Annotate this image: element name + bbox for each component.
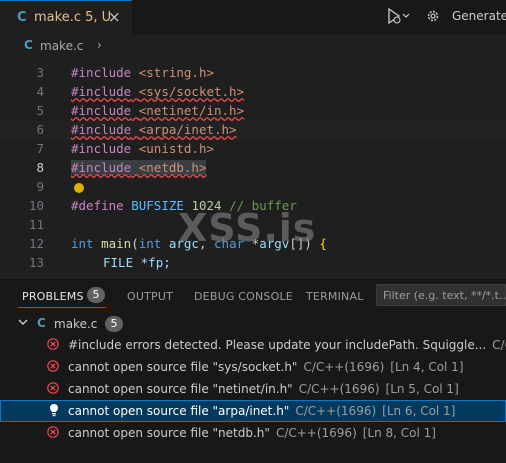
problems-file-name: make.c	[54, 317, 98, 331]
include-directive: #include	[71, 160, 132, 175]
code-line: 7 #include <unistd.h>	[0, 140, 506, 159]
function-name: main	[101, 236, 132, 251]
include-directive: #include	[71, 122, 132, 137]
include-directive: #include	[71, 103, 132, 118]
error-icon	[47, 426, 59, 438]
problems-file-row[interactable]: C make.c 5	[0, 314, 506, 334]
bottom-panel: PROBLEMS 5 OUTPUT DEBUG CONSOLE TERMINAL…	[0, 277, 506, 463]
code-line: 3 #include <string.h>	[0, 64, 506, 83]
problem-source: C/C++(1696)	[298, 382, 380, 396]
problem-message: cannot open source file "netinet/in.h"	[68, 382, 293, 396]
macro-name: BUFSIZE	[131, 198, 184, 213]
generate-button[interactable]: Generate	[452, 9, 506, 23]
tab-debug-console[interactable]: DEBUG CONSOLE	[194, 290, 293, 303]
editor-tab-bar: C make.c 5, U × Generate	[0, 0, 506, 35]
code-line: 8 #include <netdb.h>	[0, 159, 506, 178]
problem-message: cannot open source file "sys/socket.h"	[68, 360, 298, 374]
problem-message: cannot open source file "netdb.h"	[68, 426, 270, 440]
line-number: 13	[28, 255, 44, 270]
line-number: 4	[36, 84, 44, 99]
line-number: 9	[36, 179, 44, 194]
line-number: 12	[28, 236, 44, 251]
include-path: <sys/socket.h>	[138, 84, 245, 99]
c-file-icon: C	[37, 316, 46, 330]
code-line: 13 FILE *fp;	[0, 254, 506, 273]
include-path: <netinet/in.h>	[138, 103, 245, 118]
problem-item[interactable]: cannot open source file "netinet/in.h" C/…	[0, 378, 506, 400]
type-name: FILE	[103, 255, 134, 270]
close-icon[interactable]: ×	[108, 8, 121, 26]
problem-item[interactable]: cannot open source file "netdb.h" C/C++(1…	[0, 422, 506, 444]
problems-filter	[376, 284, 506, 306]
problem-item[interactable]: #include errors detected. Please update …	[0, 334, 506, 356]
include-path: <unistd.h>	[138, 141, 215, 156]
problem-source: C/C+	[492, 338, 506, 352]
problem-item[interactable]: cannot open source file "sys/socket.h" C/…	[0, 356, 506, 378]
line-number: 7	[36, 141, 44, 156]
lightbulb-icon[interactable]	[74, 183, 84, 193]
include-path: <arpa/inet.h>	[138, 122, 237, 137]
code-line: 5 #include <netinet/in.h>	[0, 102, 506, 121]
include-path: <string.h>	[138, 65, 215, 80]
problem-item-selected[interactable]: cannot open source file "arpa/inet.h" C/C…	[0, 400, 506, 422]
problem-source: C/C++(1696)	[303, 360, 385, 374]
code-editor[interactable]: 3 #include <string.h> 4 #include <sys/so…	[0, 44, 506, 276]
line-number: 6	[36, 122, 44, 137]
active-tab-indicator	[18, 307, 106, 308]
problem-source: C/C++(1696)	[295, 404, 377, 418]
line-number: 3	[36, 65, 44, 80]
error-icon	[47, 382, 59, 394]
problem-message: #include errors detected. Please update …	[68, 338, 487, 352]
include-directive: #include	[71, 141, 132, 156]
chevron-down-icon[interactable]	[17, 316, 29, 331]
line-number: 10	[28, 198, 44, 213]
include-directive: #include	[71, 65, 132, 80]
tab-make-c[interactable]: C make.c 5, U ×	[0, 0, 132, 35]
filter-input[interactable]	[377, 285, 505, 305]
error-icon	[47, 360, 59, 372]
tab-output[interactable]: OUTPUT	[127, 290, 173, 303]
watermark: XSS.is	[178, 206, 317, 250]
problem-location: [Ln 5, Col 1]	[385, 382, 459, 396]
problem-message: cannot open source file "arpa/inet.h"	[68, 404, 290, 418]
problem-source: C/C++(1696)	[275, 426, 357, 440]
include-path: <netdb.h>	[138, 160, 207, 175]
line-number: 5	[36, 103, 44, 118]
c-file-icon: C	[17, 10, 27, 25]
problem-location: [Ln 6, Col 1]	[382, 404, 456, 418]
problem-location: [Ln 4, Col 1]	[390, 360, 464, 374]
run-debug-icon[interactable]	[386, 7, 410, 28]
line-number: 11	[28, 217, 44, 232]
lightbulb-icon[interactable]	[49, 403, 59, 420]
tab-label: make.c 5, U	[34, 10, 112, 25]
tab-problems[interactable]: PROBLEMS	[22, 290, 84, 303]
tab-terminal[interactable]: TERMINAL	[306, 290, 364, 303]
problem-location: [Ln 8, Col 1]	[362, 426, 436, 440]
gear-icon[interactable]	[425, 8, 441, 27]
code-line-current: 6 #include <arpa/inet.h>	[0, 121, 506, 140]
file-problems-badge: 5	[105, 316, 123, 332]
keyword-int: int	[71, 236, 94, 251]
problems-count-badge: 5	[87, 287, 105, 303]
line-number: 8	[36, 160, 44, 175]
include-directive: #include	[71, 84, 132, 99]
code-line: 4 #include <sys/socket.h>	[0, 83, 506, 102]
error-icon	[47, 338, 59, 350]
define-directive: #define	[71, 198, 124, 213]
